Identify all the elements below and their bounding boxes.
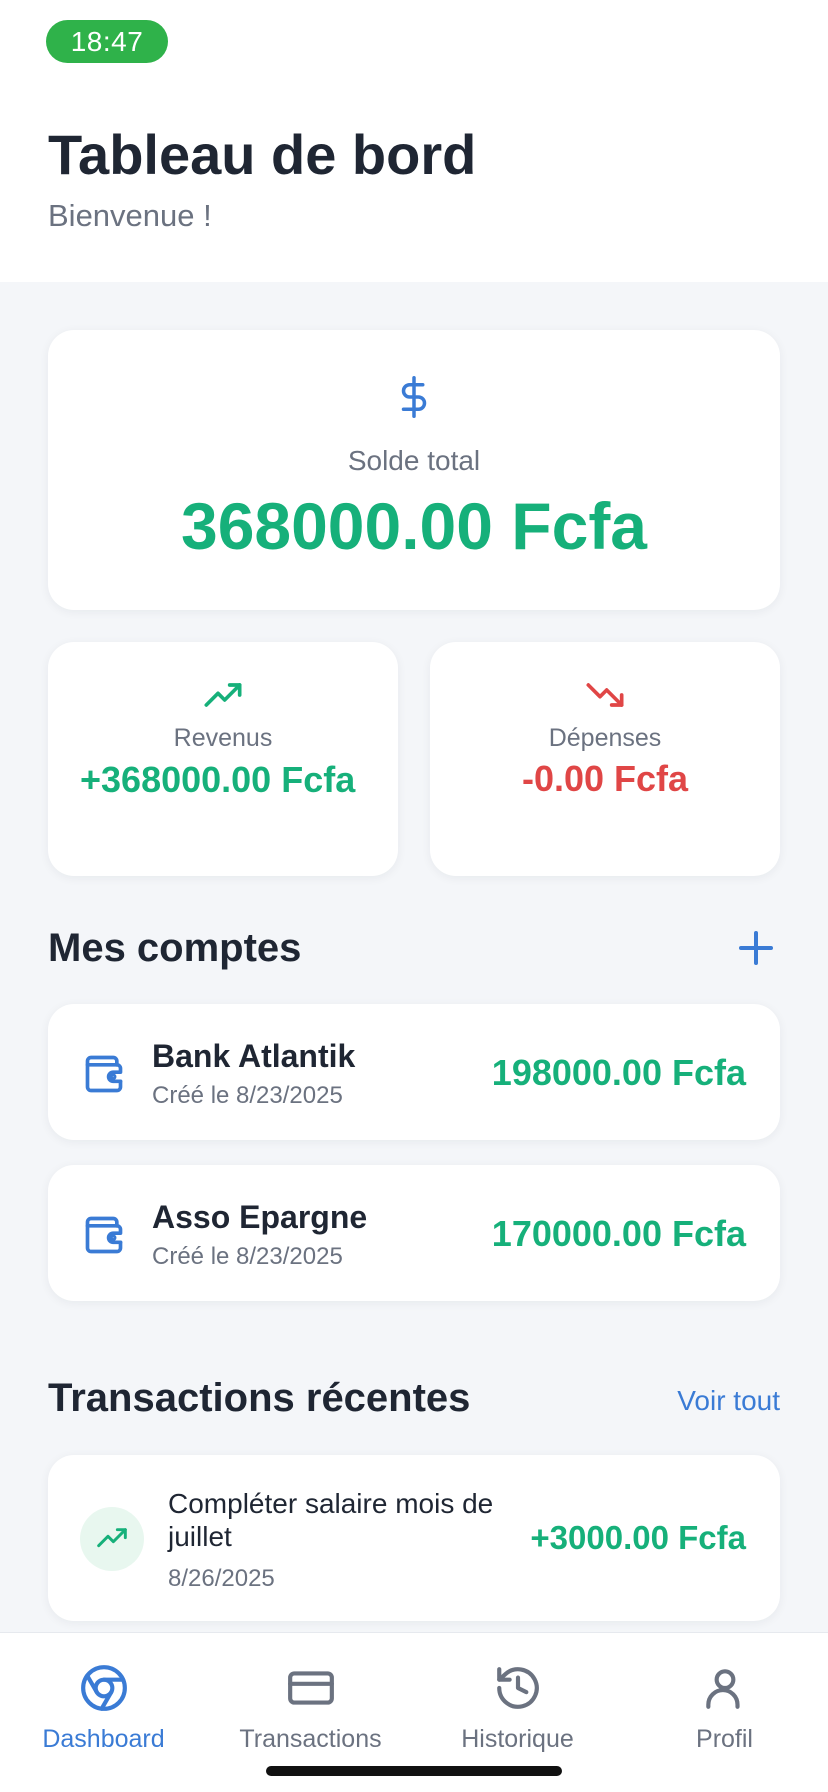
account-created-date: Créé le 8/23/2025 [152,1082,343,1109]
total-balance-card: Solde total 368000.00 Fcfa [48,330,780,610]
account-name: Bank Atlantik [152,1038,356,1074]
header: 18:47 Tableau de bord Bienvenue ! [0,0,828,282]
trending-down-icon [586,683,624,707]
trending-up-icon [97,1528,127,1548]
nav-profile[interactable]: Profil [621,1663,828,1754]
page-subtitle: Bienvenue ! [48,198,212,233]
account-balance: 198000.00 Fcfa [491,1052,746,1093]
balance-amount: 368000.00 Fcfa [180,489,648,563]
transaction-date: 8/26/2025 [168,1565,275,1592]
accounts-section-title: Mes comptes [48,926,302,970]
account-card[interactable]: Asso Epargne Créé le 8/23/2025 170000.00… [48,1165,780,1301]
transaction-amount: +3000.00 Fcfa [530,1519,746,1556]
income-card: Revenus +368000.00 Fcfa [48,642,398,876]
wallet-icon [85,1055,123,1093]
user-icon [705,1669,740,1709]
see-all-link[interactable]: Voir tout [677,1385,780,1417]
nav-label: Historique [461,1725,574,1753]
expenses-card: Dépenses -0.00 Fcfa [430,642,780,876]
history-icon [496,1667,539,1709]
dashboard-icon [80,1665,127,1711]
expenses-value: -0.00 Fcfa [521,758,689,799]
status-time: 18:47 [46,20,168,63]
trending-up-icon [204,683,242,707]
balance-label: Solde total [347,445,481,476]
nav-dashboard[interactable]: Dashboard [0,1663,207,1754]
nav-history[interactable]: Historique [414,1663,621,1754]
page-title: Tableau de bord [48,123,477,186]
nav-label: Profil [696,1725,753,1753]
home-indicator [266,1766,562,1776]
expenses-label: Dépenses [548,724,662,752]
income-label: Revenus [173,724,273,752]
account-card[interactable]: Bank Atlantik Créé le 8/23/2025 198000.0… [48,1004,780,1140]
plus-icon[interactable] [736,928,776,968]
account-name: Asso Epargne [152,1199,368,1235]
nav-label: Dashboard [42,1725,165,1753]
nav-transactions[interactable]: Transactions [207,1663,414,1754]
card-icon [287,1671,334,1705]
transaction-description: Compléter salaire mois de juillet [168,1488,494,1552]
nav-label: Transactions [239,1725,382,1753]
transaction-item[interactable]: Compléter salaire mois de juillet 8/26/2… [48,1455,780,1621]
wallet-icon [85,1216,123,1254]
transaction-type-badge [80,1507,144,1571]
dollar-icon [401,376,427,418]
account-balance: 170000.00 Fcfa [491,1213,746,1254]
income-value: +368000.00 Fcfa [80,759,356,800]
account-created-date: Créé le 8/23/2025 [152,1243,343,1270]
transactions-section-title: Transactions récentes [48,1376,471,1420]
